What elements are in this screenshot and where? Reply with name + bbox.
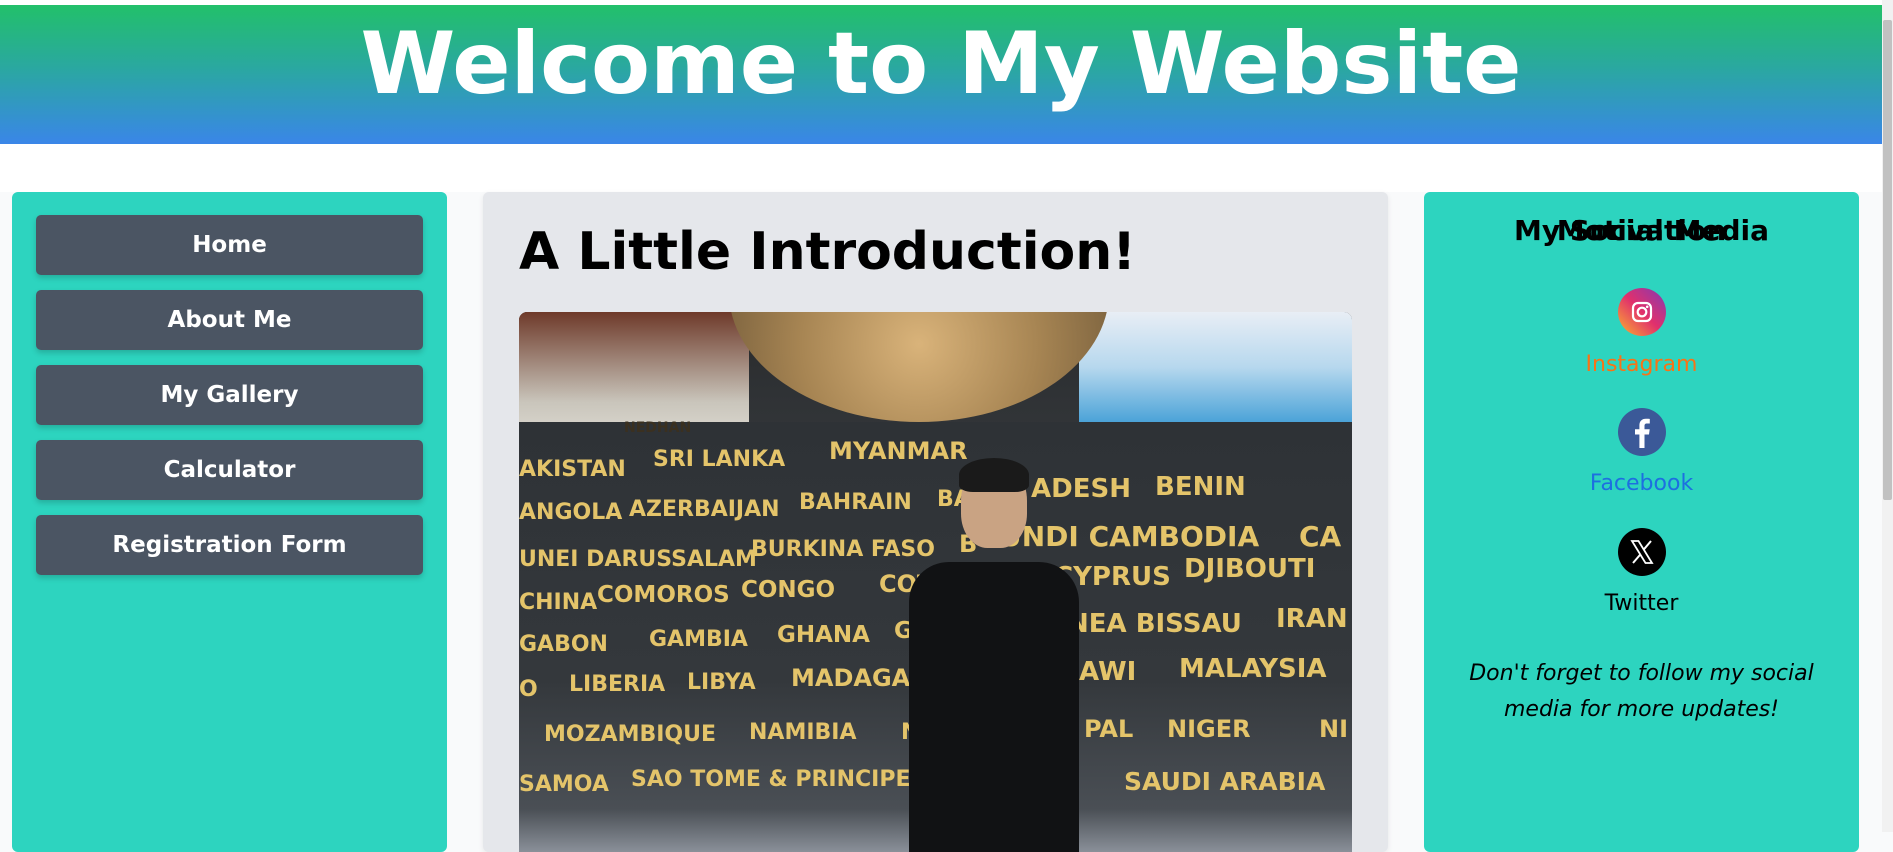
wall-word: COMOROS	[597, 582, 730, 608]
person-torso	[909, 562, 1079, 852]
nav-my-gallery-button[interactable]: My Gallery	[36, 365, 423, 425]
wall-word: GHANA	[777, 622, 870, 648]
wall-word: ANGOLA	[519, 500, 623, 525]
instagram-link[interactable]: Instagram	[1424, 352, 1859, 377]
sidebar-nav: Home About Me My Gallery Calculator Regi…	[12, 192, 447, 852]
wall-word: SAMOA	[519, 772, 609, 797]
intro-photo: AKISTAN SRI LANKA MYANMAR ANGOLA AZERBAI…	[519, 312, 1352, 852]
intro-title: A Little Introduction!	[519, 222, 1137, 282]
wall-word: AKISTAN	[519, 457, 626, 482]
wall-word: MOZAMBIQUE	[544, 722, 717, 747]
wall-word: NI	[1319, 715, 1349, 743]
wall-word: SRI LANKA	[653, 447, 786, 472]
wall-word: CONGO	[741, 577, 836, 603]
wall-word: BAHRAIN	[799, 490, 912, 515]
wall-word: MYANMAR	[829, 437, 968, 465]
wall-word: LIBERIA	[569, 672, 666, 697]
nav-calculator-button[interactable]: Calculator	[36, 440, 423, 500]
photo-dome	[729, 312, 1109, 422]
nav-home-button[interactable]: Home	[36, 215, 423, 275]
social-sidebar: My Social Media Instagram Facebook Twitt…	[1424, 192, 1859, 852]
wall-word: PAL	[1084, 715, 1134, 743]
wall-word: GAMBIA	[649, 627, 748, 652]
wall-word: AZERBAIJAN	[629, 497, 780, 522]
motivation-heading: Motivation	[1556, 214, 1727, 247]
site-title: Welcome to My Website	[360, 14, 1522, 114]
wall-word: O	[519, 677, 538, 702]
photo-building-right	[1079, 312, 1352, 422]
twitter-link[interactable]: Twitter	[1424, 591, 1859, 616]
wall-word: GABON	[519, 632, 608, 657]
person-hair	[959, 458, 1029, 492]
x-twitter-icon[interactable]	[1618, 528, 1666, 576]
wall-word: CA	[1299, 520, 1342, 553]
wall-word: BENIN	[1155, 472, 1246, 502]
follow-note: Don't forget to follow my social media f…	[1469, 661, 1814, 722]
page-scrollbar[interactable]	[1882, 0, 1893, 832]
wall-word: NIGER	[1167, 715, 1251, 743]
wall-word: NAMIBIA	[749, 720, 857, 745]
site-header: Welcome to My Website	[0, 5, 1882, 144]
instagram-icon[interactable]	[1618, 288, 1666, 336]
wall-word: CHINA	[519, 590, 598, 615]
wall-word: UNEI DARUSSALAM	[519, 547, 757, 572]
wall-word: MADAGAS	[791, 664, 928, 692]
photo-person	[909, 458, 1079, 852]
intro-section: A Little Introduction! AKISTAN SRI LANKA…	[483, 192, 1388, 852]
wall-word: NEA BISSAU	[1067, 609, 1242, 639]
wall-word: DJIBOUTI	[1184, 554, 1316, 584]
facebook-icon[interactable]	[1618, 408, 1666, 456]
nav-registration-form-button[interactable]: Registration Form	[36, 515, 423, 575]
header-spacer	[0, 144, 1882, 192]
wall-word: IRAN	[1276, 604, 1348, 634]
wall-word: SAO TOME & PRINCIPE	[631, 767, 911, 792]
wall-word: SAUDI ARABIA	[1124, 767, 1326, 796]
wall-word: AWI	[1079, 657, 1137, 687]
facebook-link[interactable]: Facebook	[1424, 471, 1859, 496]
nav-about-me-button[interactable]: About Me	[36, 290, 423, 350]
wall-word: MALAYSIA	[1179, 654, 1327, 684]
wall-word: LIBYA	[687, 670, 756, 695]
scrollbar-thumb[interactable]	[1883, 20, 1892, 500]
building-sign-text: NEDHAN	[624, 420, 692, 436]
wall-word: BURKINA FASO	[751, 537, 935, 562]
